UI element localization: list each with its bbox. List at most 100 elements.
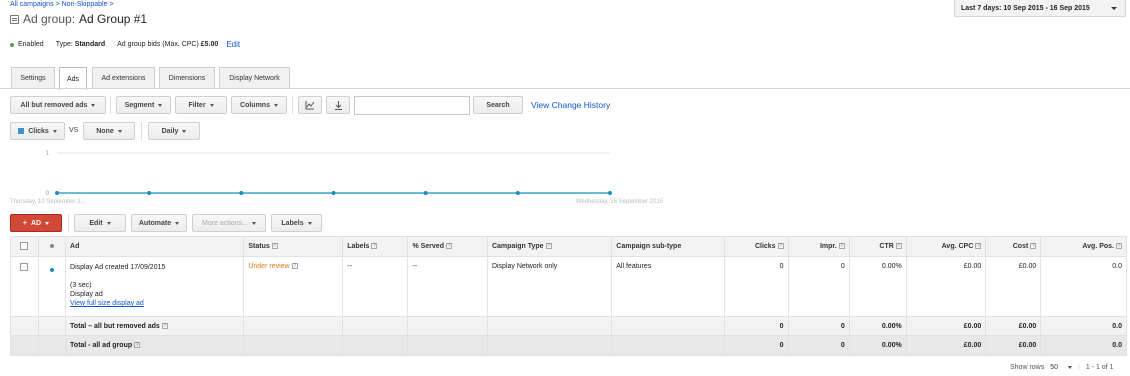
header-label: Clicks [754, 243, 776, 250]
header-clicks[interactable]: Clicks? [724, 236, 789, 257]
header-label: Labels [347, 243, 370, 250]
table-row: Display Ad created 17/09/2015 (3 sec) Di… [10, 256, 1127, 317]
help-icon[interactable]: ? [271, 243, 278, 250]
status-state[interactable]: Enabled [18, 41, 44, 48]
help-icon[interactable]: ? [445, 243, 452, 250]
download-button[interactable] [326, 96, 350, 114]
total-label-cell: Total – all but removed ads? [65, 316, 245, 336]
row-select-cell [10, 256, 39, 317]
header-campaign-type[interactable]: Campaign Type? [486, 236, 613, 257]
total-impr: 0 [787, 335, 850, 356]
header-label: CTR [879, 243, 894, 250]
line-chart-icon [305, 100, 315, 109]
header-avg-cpc[interactable]: Avg. CPC? [905, 236, 987, 257]
edit-label: Edit [89, 219, 103, 227]
toggle-chart-button[interactable] [298, 96, 322, 114]
tab-ad-extensions[interactable]: Ad extensions [92, 67, 155, 89]
header-label: Impr. [819, 243, 837, 250]
ad-duration: (3 sec) [70, 282, 92, 289]
total-label-cell: Total - all ad group? [65, 335, 245, 356]
chart-point[interactable] [55, 191, 59, 195]
help-icon[interactable]: ? [1030, 243, 1037, 250]
tab-dimensions[interactable]: Dimensions [159, 67, 215, 89]
filter-dropdown[interactable]: Filter [175, 96, 227, 114]
chevron-down-icon [106, 221, 111, 225]
labels-dropdown[interactable]: Labels [271, 214, 322, 232]
tab-display-network[interactable]: Display Network [219, 67, 290, 89]
edit-dropdown[interactable]: Edit [74, 214, 126, 232]
automate-dropdown[interactable]: Automate [131, 214, 187, 232]
ads-table: Ad Status? Labels? % Served? Campaign Ty… [10, 236, 1127, 356]
ad-group-status-bar: Enabled Type: Standard Ad group bids (Ma… [10, 40, 240, 49]
help-icon[interactable]: ? [161, 322, 168, 329]
rows-per-page-select[interactable]: 50 [1050, 364, 1073, 371]
more-actions-dropdown[interactable]: More actions... [192, 214, 266, 232]
view-filter-label: All but removed ads [20, 101, 88, 109]
chart-point[interactable] [423, 191, 428, 195]
view-change-history-link[interactable]: View Change History [531, 100, 610, 110]
add-ad-label: AD [30, 219, 42, 227]
ad-enabled-icon[interactable] [49, 268, 54, 272]
search-input[interactable] [354, 96, 470, 115]
header-label: Status [248, 243, 270, 250]
automate-label: Automate [138, 219, 172, 227]
help-icon[interactable]: ? [291, 263, 298, 270]
download-icon [334, 100, 342, 110]
chart-metric1-dropdown[interactable]: Clicks [10, 122, 65, 140]
help-icon[interactable]: ? [895, 243, 902, 250]
row-checkbox[interactable] [20, 263, 29, 271]
header-label: Campaign sub-type [616, 243, 682, 250]
chart-metric2-dropdown[interactable]: None [83, 122, 135, 140]
tab-ads[interactable]: Ads [59, 67, 87, 90]
ctr-cell: 0.00% [848, 256, 907, 317]
view-full-size-link[interactable]: View full size display ad [70, 299, 239, 308]
header-campaign-subtype[interactable]: Campaign sub-type [611, 236, 726, 257]
header-served[interactable]: % Served? [407, 236, 488, 257]
help-icon[interactable]: ? [545, 243, 552, 250]
toolbar-divider [110, 96, 111, 114]
help-icon[interactable]: ? [777, 243, 784, 250]
header-ctr[interactable]: CTR? [848, 236, 907, 257]
columns-dropdown[interactable]: Columns [231, 96, 287, 114]
segment-dropdown[interactable]: Segment [116, 96, 171, 114]
header-labels[interactable]: Labels? [342, 236, 409, 257]
help-icon[interactable]: ? [134, 342, 141, 349]
date-range-picker[interactable]: Last 7 days: 10 Sep 2015 - 16 Sep 2015 [954, 0, 1126, 17]
select-all-checkbox[interactable] [20, 241, 29, 250]
help-icon[interactable]: ? [975, 243, 982, 250]
tab-label: Ad extensions [101, 75, 146, 82]
total-ctr: 0.00% [848, 335, 907, 356]
breadcrumb-all-campaigns[interactable]: All campaigns [10, 1, 54, 8]
search-button[interactable]: Search [473, 96, 523, 114]
help-icon[interactable]: ? [838, 243, 845, 250]
chart-point[interactable] [239, 191, 244, 195]
chart-period-dropdown[interactable]: Daily [148, 122, 200, 140]
header-cost[interactable]: Cost? [985, 236, 1042, 257]
header-status[interactable]: Status? [243, 236, 344, 257]
header-ad[interactable]: Ad [65, 236, 245, 257]
tab-label: Ads [66, 75, 80, 83]
header-impr[interactable]: Impr.? [787, 236, 850, 257]
chevron-down-icon [307, 221, 312, 225]
add-ad-button[interactable]: + AD [10, 214, 62, 232]
edit-bids-link[interactable]: Edit [226, 40, 240, 49]
total-avg-cpc: £0.00 [905, 316, 987, 336]
clicks-cell: 0 [724, 256, 789, 317]
view-filter-dropdown[interactable]: All but removed ads [10, 96, 106, 114]
status-dot-icon [49, 244, 54, 248]
help-icon[interactable]: ? [371, 243, 378, 250]
chevron-down-icon [1111, 7, 1117, 10]
ad-title: Display Ad created 17/09/2015 [70, 264, 166, 271]
header-avg-pos[interactable]: Avg. Pos.? [1040, 236, 1127, 257]
segment-label: Segment [124, 101, 155, 109]
chart-point[interactable] [515, 191, 520, 195]
toolbar-divider [141, 122, 142, 140]
chart-point[interactable] [147, 191, 152, 195]
chevron-down-icon [209, 103, 214, 107]
chart-point[interactable] [608, 191, 612, 195]
breadcrumb-campaign[interactable]: Non-Skippable [62, 1, 108, 8]
chart-point[interactable] [331, 191, 336, 195]
tab-settings[interactable]: Settings [11, 67, 55, 89]
toolbar-divider [68, 214, 69, 232]
help-icon[interactable]: ? [1116, 243, 1122, 250]
